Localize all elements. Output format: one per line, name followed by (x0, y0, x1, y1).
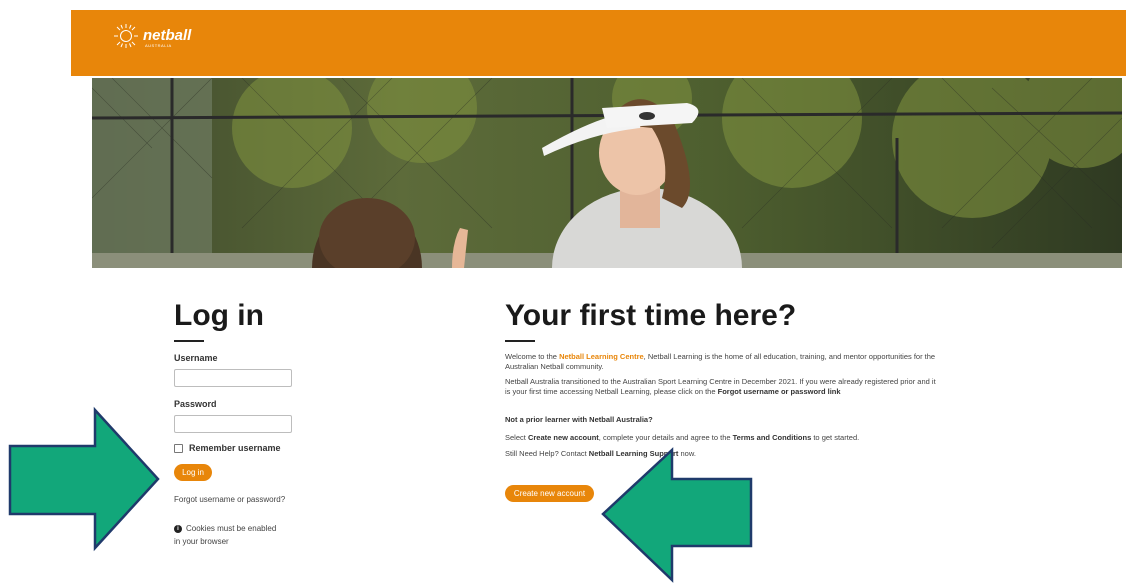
annotation-overlay (8, 406, 753, 583)
arrow-right-icon (8, 406, 160, 552)
arrow-left-icon (601, 447, 753, 583)
